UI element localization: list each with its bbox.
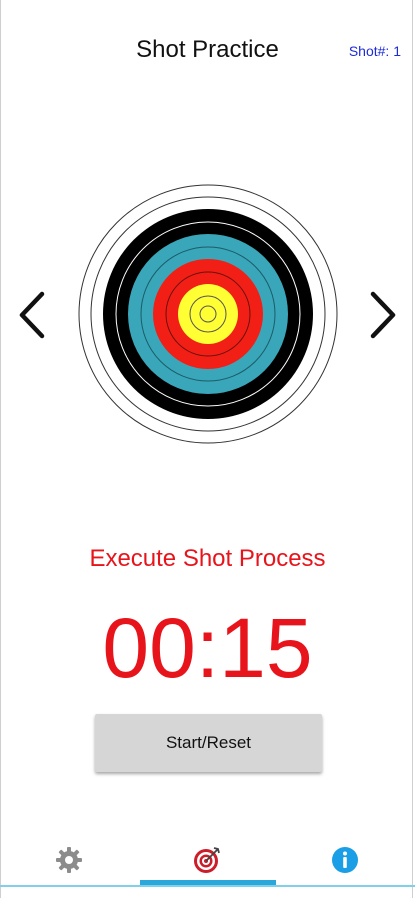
info-icon [332,847,358,873]
chevron-right-icon [370,291,396,339]
gear-icon [56,847,82,873]
nav-settings-tab[interactable] [0,840,138,880]
nav-practice-tab[interactable] [138,840,276,880]
archery-target-icon [78,184,338,444]
nav-info-tab[interactable] [276,840,414,880]
start-reset-button[interactable]: Start/Reset [95,714,322,772]
bottom-divider [0,885,415,887]
shot-counter: Shot#: 1 [348,43,401,59]
countdown-timer: 00:15 [102,601,313,695]
previous-button[interactable] [14,290,48,340]
target-icon [194,847,220,873]
instruction-text: Execute Shot Process [89,545,326,572]
archery-target[interactable] [78,184,338,444]
chevron-left-icon [19,291,45,339]
next-button[interactable] [367,290,401,340]
